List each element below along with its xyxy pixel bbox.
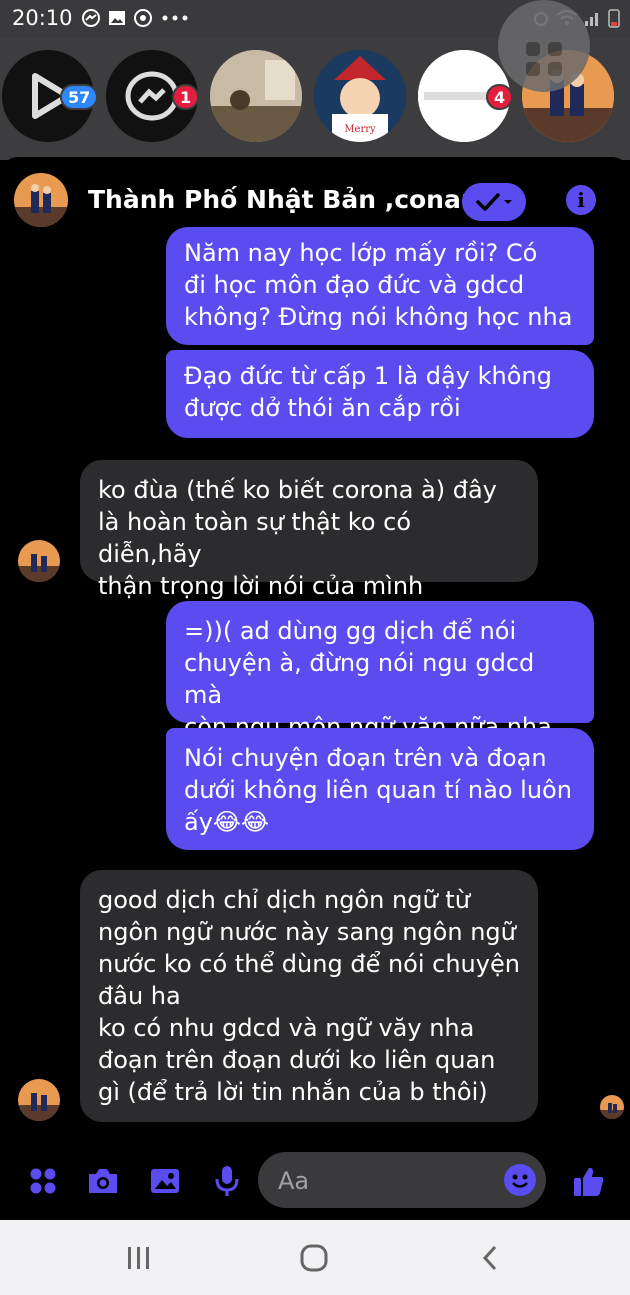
home-button[interactable] — [294, 1238, 334, 1278]
recent-apps-icon — [128, 1247, 149, 1269]
image-notification-icon — [108, 9, 126, 27]
chat-heads-menu[interactable] — [498, 0, 590, 92]
chat-heads-bar: 57 1 Merry 4 — [0, 0, 630, 160]
home-icon — [300, 1244, 328, 1272]
unread-badge: 57 — [60, 84, 99, 110]
status-time: 20:10 — [12, 6, 73, 30]
info-icon[interactable]: i — [566, 185, 596, 215]
messenger-notification-icon — [82, 9, 100, 27]
grid-icon — [526, 42, 562, 76]
chat-head-contact[interactable] — [210, 50, 302, 142]
unread-badge: 1 — [172, 84, 200, 110]
chat-head-christmas[interactable]: Merry — [314, 50, 406, 142]
emoji-icon[interactable] — [504, 1164, 536, 1196]
more-notifications-icon — [160, 9, 190, 27]
message-bubble-incoming[interactable]: ko đùa (thế ko biết corona à) đây là hoà… — [80, 460, 538, 600]
battery-icon — [608, 8, 620, 32]
status-dropdown-button[interactable] — [462, 183, 526, 221]
chevron-down-icon — [504, 200, 512, 204]
message-input[interactable] — [276, 1164, 500, 1198]
sender-avatar[interactable] — [18, 540, 60, 582]
message-bubble-outgoing[interactable]: Đạo đức từ cấp 1 là dậy không được dở th… — [166, 350, 594, 438]
svg-text:Merry: Merry — [344, 124, 376, 135]
seen-indicator-avatar — [600, 1095, 624, 1119]
recent-apps-button[interactable] — [118, 1238, 158, 1278]
message-composer — [0, 1142, 630, 1220]
status-notification-icons — [82, 9, 190, 27]
avatar[interactable] — [14, 173, 68, 227]
gallery-icon[interactable] — [148, 1164, 182, 1198]
conversation-title[interactable]: Thành Phố Nhật Bản ,conan — [88, 185, 479, 214]
app-notification-icon — [134, 9, 152, 27]
message-bubble-outgoing[interactable]: Năm nay học lớp mấy rồi? Có đi học môn đ… — [166, 227, 594, 345]
system-navigation-bar — [0, 1220, 630, 1295]
thumbs-up-icon[interactable] — [572, 1164, 606, 1198]
contact-photo — [210, 50, 302, 142]
apps-icon[interactable] — [26, 1164, 60, 1198]
back-icon — [482, 1245, 497, 1271]
camera-icon[interactable] — [86, 1164, 120, 1198]
message-bubble-outgoing[interactable]: =))( ad dùng gg dịch để nói chuyện à, đừ… — [166, 601, 594, 741]
sender-avatar[interactable] — [18, 1079, 60, 1121]
contact-photo: Merry — [314, 50, 406, 142]
message-input-field[interactable] — [258, 1152, 546, 1208]
microphone-icon[interactable] — [210, 1164, 244, 1198]
avatar-image — [14, 173, 68, 227]
message-bubble-incoming[interactable]: good dịch chỉ dịch ngôn ngữ từ ngôn ngữ … — [80, 870, 538, 1122]
chat-window: Thành Phố Nhật Bản ,conan i Năm nay học … — [0, 157, 630, 1220]
check-icon — [476, 193, 500, 211]
back-button[interactable] — [470, 1238, 510, 1278]
message-bubble-outgoing[interactable]: Nói chuyện đoạn trên và đoạn dưới không … — [166, 728, 594, 850]
